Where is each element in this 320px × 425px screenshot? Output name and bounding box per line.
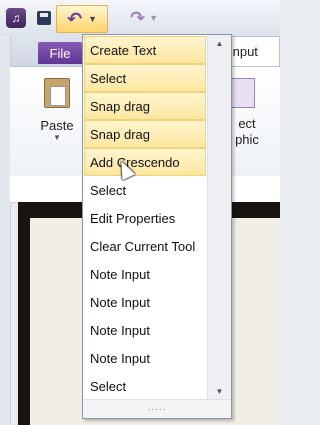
redo-button[interactable]: ↷ ▼ (124, 8, 164, 28)
undo-history-item[interactable]: Snap drag (84, 92, 206, 120)
undo-history-menu: Create Text Select Snap drag Snap drag Add C… (82, 34, 232, 419)
menu-scrollbar[interactable]: ▲ ▼ (207, 35, 231, 399)
app-logo-icon: ♫ (11, 11, 21, 25)
scroll-up-icon[interactable]: ▲ (208, 35, 231, 51)
clipboard-icon (44, 78, 70, 108)
undo-history-item[interactable]: Note Input (84, 260, 206, 288)
menu-resize-grip[interactable]: ..... (83, 399, 231, 418)
tab-file[interactable]: File (38, 42, 82, 64)
undo-history-item[interactable]: Select (84, 372, 206, 400)
scroll-down-icon[interactable]: ▼ (208, 383, 231, 399)
undo-history-item[interactable]: Clear Current Tool (84, 232, 206, 260)
redo-icon: ↷ (129, 7, 146, 28)
undo-history-item[interactable]: Select (84, 176, 206, 204)
paste-dropdown-icon: ▼ (53, 133, 61, 142)
undo-history-item[interactable]: Edit Properties (84, 204, 206, 232)
undo-history-item[interactable]: Select (84, 64, 206, 92)
paste-button[interactable]: Paste ▼ (36, 78, 78, 142)
undo-dropdown-icon[interactable]: ▼ (88, 14, 97, 24)
save-button[interactable] (34, 8, 54, 28)
select-graphic-icon (231, 78, 255, 108)
undo-icon: ↶ (66, 8, 83, 29)
undo-history-item[interactable]: Snap drag (84, 120, 206, 148)
undo-history-item[interactable]: Add Crescendo (84, 148, 206, 176)
undo-history-item[interactable]: Note Input (84, 316, 206, 344)
paste-label: Paste (40, 118, 74, 133)
redo-dropdown-icon[interactable]: ▼ (149, 13, 158, 23)
undo-history-item[interactable]: Create Text (84, 36, 206, 64)
undo-history-list: Create Text Select Snap drag Snap drag Add C… (83, 36, 207, 400)
quick-access-toolbar: ♫ ↶ ▼ ↷ ▼ (0, 0, 280, 37)
save-icon (37, 11, 51, 25)
undo-button[interactable]: ↶ ▼ (56, 5, 108, 33)
undo-history-item[interactable]: Note Input (84, 288, 206, 316)
undo-history-item[interactable]: Note Input (84, 344, 206, 372)
app-icon[interactable]: ♫ (6, 8, 26, 28)
